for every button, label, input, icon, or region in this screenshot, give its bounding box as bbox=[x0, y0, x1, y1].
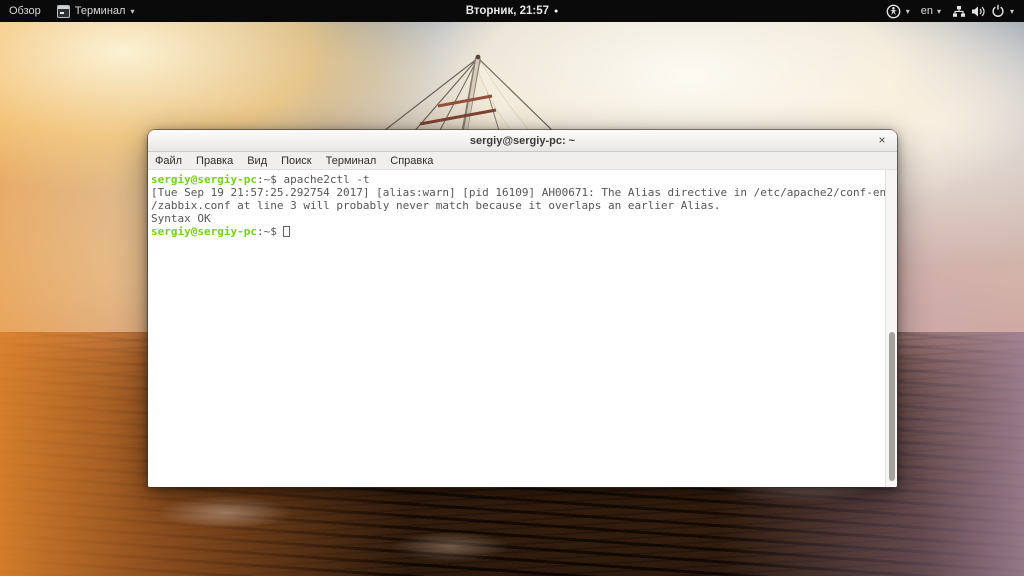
terminal-output-area[interactable]: sergiy@sergiy-pc:~$ apache2ctl -t [Tue S… bbox=[148, 170, 897, 487]
terminal-cursor bbox=[283, 226, 290, 237]
keyboard-layout-label: en bbox=[921, 5, 933, 17]
top-bar: Обзор Терминал ▾ Вторник, 21:57 ● ▾ en bbox=[0, 0, 1024, 22]
scrollbar-thumb[interactable] bbox=[889, 332, 895, 481]
clock-button[interactable]: Вторник, 21:57 ● bbox=[466, 5, 559, 17]
output-line: /zabbix.conf at line 3 will probably nev… bbox=[151, 199, 881, 212]
command-text: apache2ctl -t bbox=[283, 173, 369, 186]
window-titlebar[interactable]: sergiy@sergiy-pc: ~ × bbox=[148, 130, 897, 152]
prompt-user: sergiy@sergiy-pc bbox=[151, 173, 257, 186]
system-menu[interactable]: ▾ bbox=[952, 4, 1014, 18]
chevron-down-icon: ▾ bbox=[1010, 7, 1014, 16]
chevron-down-icon: ▾ bbox=[130, 7, 134, 16]
app-menu-label: Терминал bbox=[75, 5, 126, 17]
prompt-user: sergiy@sergiy-pc bbox=[151, 225, 257, 238]
output-line: Syntax OK bbox=[151, 212, 881, 225]
close-button[interactable]: × bbox=[874, 131, 890, 149]
app-menu-terminal[interactable]: Терминал ▾ bbox=[57, 5, 135, 18]
accessibility-menu[interactable]: ▾ bbox=[886, 4, 910, 19]
clock-label: Вторник, 21:57 bbox=[466, 5, 549, 17]
terminal-app-icon bbox=[57, 5, 70, 18]
activities-button[interactable]: Обзор bbox=[9, 5, 41, 17]
command-line: sergiy@sergiy-pc:~$ apache2ctl -t bbox=[151, 173, 881, 186]
menu-view[interactable]: Вид bbox=[247, 155, 267, 167]
output-line: [Tue Sep 19 21:57:25.292754 2017] [alias… bbox=[151, 186, 881, 199]
menu-bar: Файл Правка Вид Поиск Терминал Справка bbox=[148, 152, 897, 170]
notification-dot: ● bbox=[554, 8, 558, 15]
volume-icon bbox=[971, 5, 986, 18]
desktop: Обзор Терминал ▾ Вторник, 21:57 ● ▾ en bbox=[0, 0, 1024, 576]
menu-search[interactable]: Поиск bbox=[281, 155, 311, 167]
prompt-line: sergiy@sergiy-pc:~$ bbox=[151, 225, 881, 238]
window-title: sergiy@sergiy-pc: ~ bbox=[470, 135, 575, 147]
wired-network-icon bbox=[952, 5, 966, 18]
prompt-path: :~$ bbox=[257, 225, 284, 238]
menu-edit[interactable]: Правка bbox=[196, 155, 233, 167]
sailboat-mast-graphic bbox=[360, 22, 600, 134]
prompt-path: :~$ bbox=[257, 173, 284, 186]
chevron-down-icon: ▾ bbox=[937, 7, 941, 16]
power-icon bbox=[991, 4, 1005, 18]
keyboard-layout-menu[interactable]: en ▾ bbox=[921, 5, 941, 17]
menu-help[interactable]: Справка bbox=[390, 155, 433, 167]
scrollbar-track[interactable] bbox=[885, 170, 897, 487]
chevron-down-icon: ▾ bbox=[906, 7, 910, 16]
terminal-window: sergiy@sergiy-pc: ~ × Файл Правка Вид По… bbox=[148, 130, 897, 487]
menu-file[interactable]: Файл bbox=[155, 155, 182, 167]
menu-terminal[interactable]: Терминал bbox=[326, 155, 377, 167]
accessibility-icon bbox=[886, 4, 901, 19]
